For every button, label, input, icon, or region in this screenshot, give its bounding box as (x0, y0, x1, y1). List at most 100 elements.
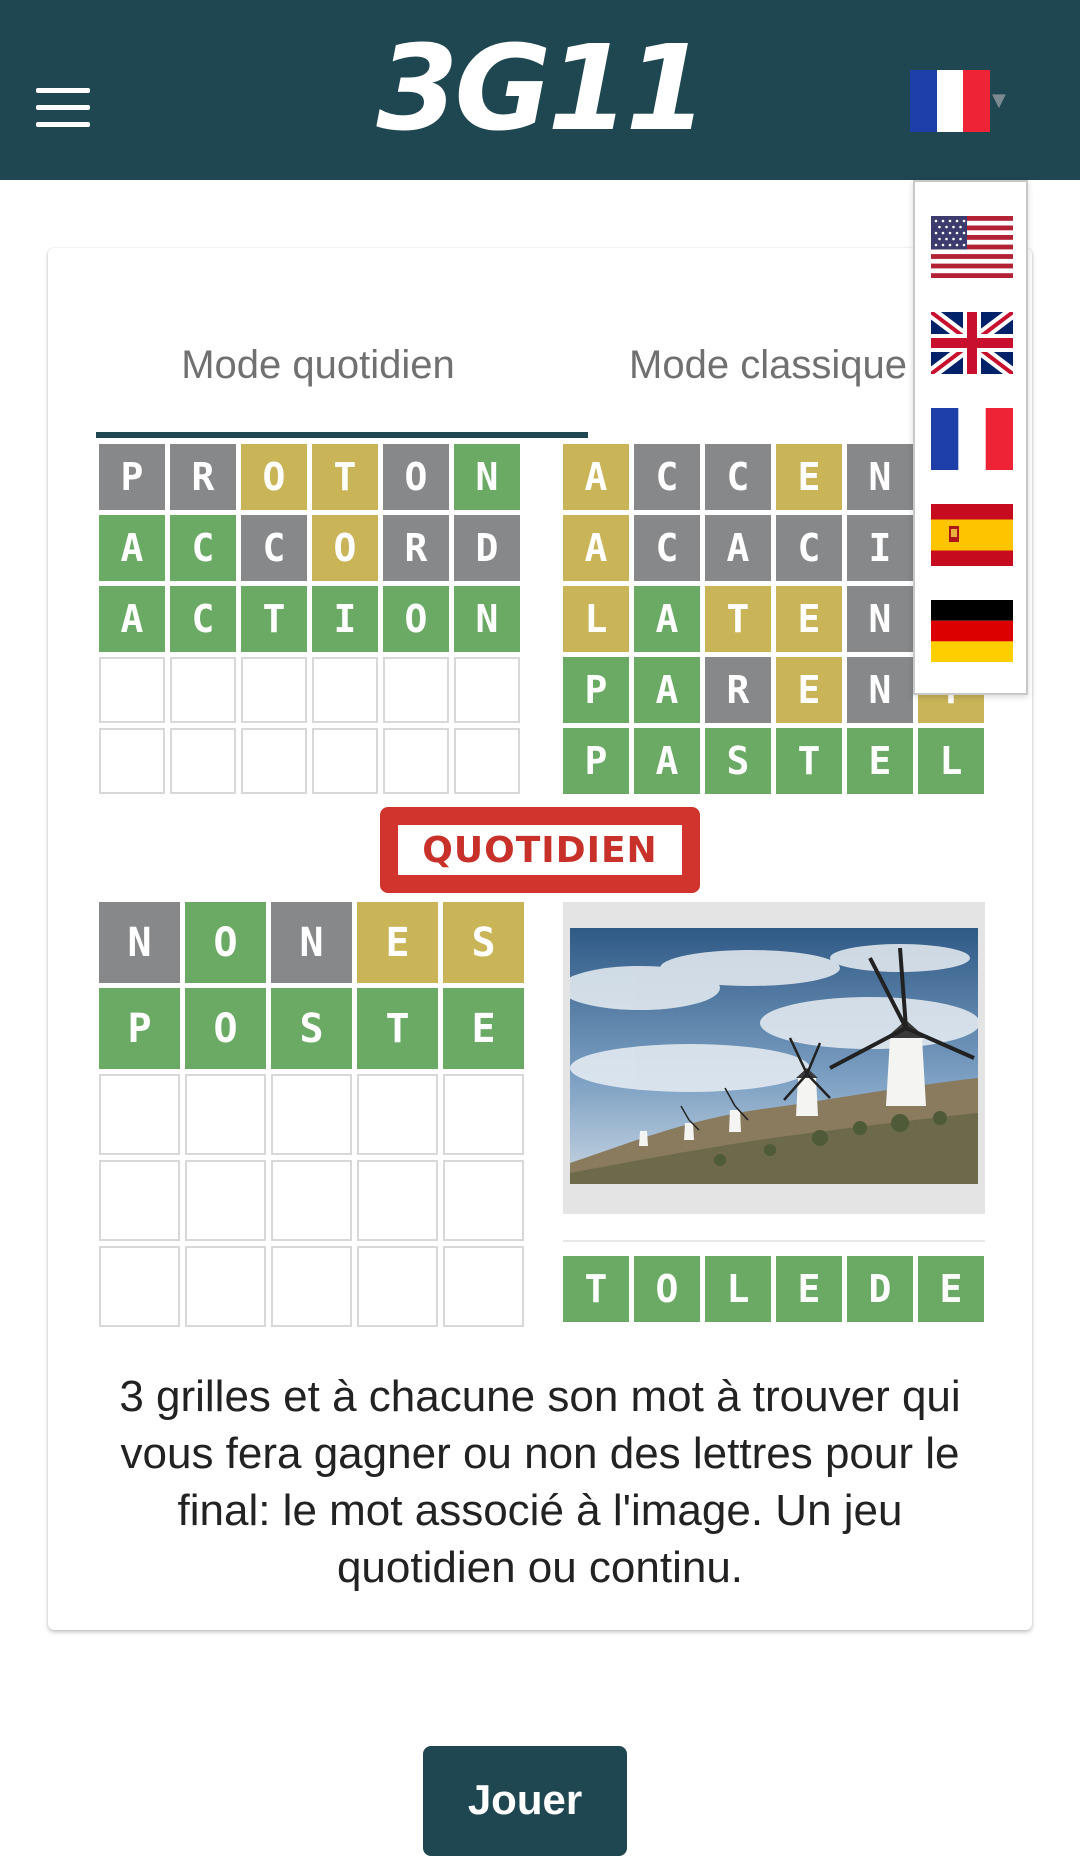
letter-tile: A (705, 515, 771, 581)
letter-tile (443, 1246, 524, 1327)
letter-tile (454, 728, 520, 794)
language-option-es[interactable] (931, 504, 1013, 566)
final-letter-tile: D (847, 1256, 913, 1322)
letter-tile: I (312, 586, 378, 652)
letter-tile (357, 1074, 438, 1155)
letter-tile (443, 1074, 524, 1155)
letter-tile: N (99, 902, 180, 983)
letter-tile (170, 728, 236, 794)
letter-tile (271, 1246, 352, 1327)
letter-tile (357, 1160, 438, 1241)
final-letter-tile: O (634, 1256, 700, 1322)
france-flag-icon (931, 408, 1013, 470)
letter-tile (185, 1074, 266, 1155)
final-letter-tile: L (705, 1256, 771, 1322)
top-bar: 3G11 ▼ (0, 0, 1080, 180)
letter-tile: N (847, 586, 913, 652)
image-frame (563, 902, 985, 1214)
letter-tile: N (847, 444, 913, 510)
letter-tile: P (99, 988, 180, 1069)
letter-tile (443, 1160, 524, 1241)
france-flag-icon (910, 70, 991, 132)
letter-tile (99, 728, 165, 794)
letter-tile (99, 1160, 180, 1241)
game-description: 3 grilles et à chacune son mot à trouver… (119, 1372, 961, 1592)
windmills-photo (570, 928, 978, 1184)
letter-tile: E (443, 988, 524, 1069)
letter-tile: A (634, 728, 700, 794)
letter-tile: P (563, 657, 629, 723)
letter-tile: L (918, 728, 984, 794)
tab-mode-classique[interactable]: Mode classique (588, 330, 948, 430)
letter-tile: S (705, 728, 771, 794)
letter-tile: A (99, 515, 165, 581)
letter-tile (383, 728, 449, 794)
letter-tile: A (563, 515, 629, 581)
language-option-uk[interactable] (931, 312, 1013, 374)
letter-tile: O (185, 988, 266, 1069)
letter-tile (271, 1160, 352, 1241)
letter-tile: C (705, 444, 771, 510)
letter-tile: E (776, 586, 842, 652)
letter-tile: P (563, 728, 629, 794)
letter-tile: C (170, 586, 236, 652)
divider (563, 1240, 985, 1242)
letter-tile (241, 657, 307, 723)
letter-tile (312, 728, 378, 794)
play-button[interactable]: Jouer (423, 1746, 627, 1856)
letter-tile: S (443, 902, 524, 983)
letter-tile: N (454, 444, 520, 510)
letter-tile: O (241, 444, 307, 510)
letter-tile: N (847, 657, 913, 723)
tab-mode-quotidien[interactable]: Mode quotidien (96, 330, 540, 430)
letter-tile: C (776, 515, 842, 581)
letter-tile: E (357, 902, 438, 983)
chevron-down-icon: ▼ (992, 90, 1006, 111)
language-option-fr[interactable] (931, 408, 1013, 470)
letter-tile (312, 657, 378, 723)
letter-tile (99, 1074, 180, 1155)
final-letter-tile: E (776, 1256, 842, 1322)
spain-flag-icon (931, 504, 1013, 566)
letter-tile (99, 657, 165, 723)
letter-tile: T (705, 586, 771, 652)
letter-tile (185, 1246, 266, 1327)
letter-tile: R (170, 444, 236, 510)
letter-tile: O (383, 444, 449, 510)
letter-tile: T (357, 988, 438, 1069)
letter-tile (454, 657, 520, 723)
letter-tile: S (271, 988, 352, 1069)
letter-tile: A (563, 444, 629, 510)
letter-tile: E (847, 728, 913, 794)
letter-tile: C (241, 515, 307, 581)
letter-tile: A (634, 657, 700, 723)
letter-tile: O (185, 902, 266, 983)
letter-tile (271, 1074, 352, 1155)
letter-tile: O (383, 586, 449, 652)
letter-tile (185, 1160, 266, 1241)
letter-tile (357, 1246, 438, 1327)
stamp-label: QUOTIDIEN (422, 829, 658, 871)
letter-tile: O (312, 515, 378, 581)
final-letter-tile: T (563, 1256, 629, 1322)
letter-tile (383, 657, 449, 723)
letter-tile: C (634, 444, 700, 510)
language-option-de[interactable] (931, 600, 1013, 662)
letter-tile: A (99, 586, 165, 652)
letter-tile (170, 657, 236, 723)
letter-tile: E (776, 657, 842, 723)
letter-tile: N (454, 586, 520, 652)
language-option-us[interactable] (931, 216, 1013, 278)
active-tab-indicator (96, 432, 588, 438)
letter-tile: N (271, 902, 352, 983)
letter-tile: T (312, 444, 378, 510)
letter-tile: D (454, 515, 520, 581)
letter-tile: R (705, 657, 771, 723)
letter-tile: P (99, 444, 165, 510)
letter-tile: I (847, 515, 913, 581)
letter-tile: L (563, 586, 629, 652)
us-flag-icon (931, 216, 1013, 278)
letter-tile: A (634, 586, 700, 652)
language-dropdown (913, 180, 1028, 695)
language-selector[interactable]: ▼ (910, 70, 1010, 132)
